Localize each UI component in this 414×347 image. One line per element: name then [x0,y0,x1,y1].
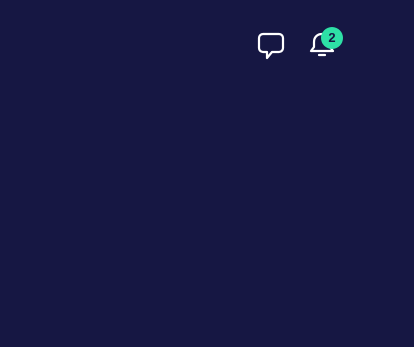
messages-button[interactable] [253,27,289,63]
chat-bubble-icon [255,29,287,61]
top-bar: 2 [0,0,414,90]
notification-count-badge: 2 [321,27,343,49]
